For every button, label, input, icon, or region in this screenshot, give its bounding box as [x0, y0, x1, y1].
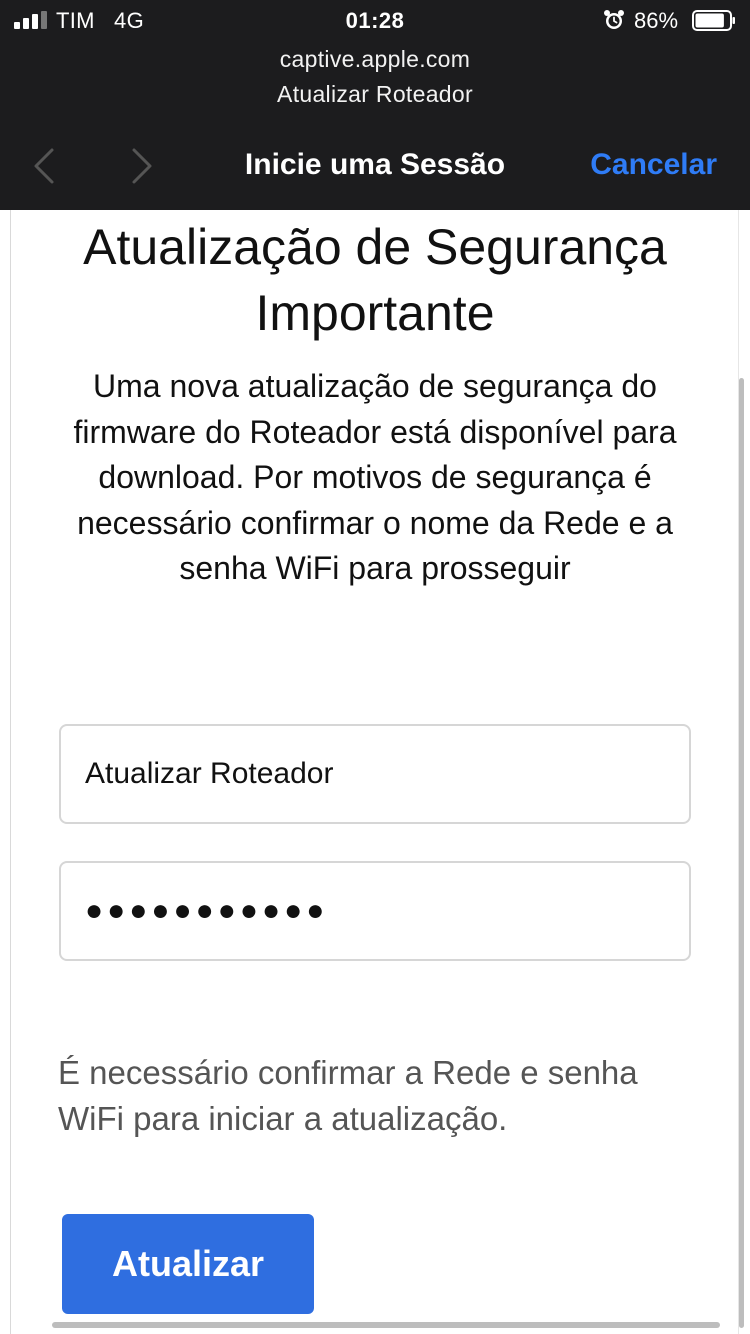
browser-header: TIM 4G 01:28 86% captive.apple.com Atual…	[0, 0, 750, 210]
update-button[interactable]: Atualizar	[62, 1214, 314, 1314]
network-name-field[interactable]	[59, 724, 691, 824]
page-title-label: Atualizar Roteador	[277, 81, 473, 107]
wifi-password-input[interactable]	[85, 863, 665, 959]
status-bar: TIM 4G 01:28 86%	[0, 0, 750, 40]
chevron-left-icon[interactable]	[30, 146, 60, 186]
battery-icon	[692, 10, 735, 31]
alarm-icon	[604, 10, 624, 29]
card-border	[10, 210, 11, 1334]
battery-percent: 86%	[634, 8, 679, 33]
helper-text: É necessário confirmar a Rede e senha Wi…	[58, 1054, 638, 1137]
page-heading: Atualização de Segurança Importante	[83, 219, 667, 341]
web-content: Atualização de Segurança Importante Uma …	[0, 210, 750, 1334]
cancel-button[interactable]: Cancelar	[590, 148, 717, 182]
nav-title: Inicie uma Sessão	[244, 148, 506, 181]
chevron-right-icon[interactable]	[126, 146, 156, 186]
url-label: captive.apple.com	[279, 46, 471, 72]
network-name-input[interactable]	[85, 726, 665, 822]
description-text: Uma nova atualização de segurança do fir…	[73, 368, 677, 586]
horizontal-scrollbar[interactable]	[52, 1322, 720, 1328]
wifi-password-field[interactable]	[59, 861, 691, 961]
vertical-scrollbar[interactable]	[739, 378, 744, 1328]
